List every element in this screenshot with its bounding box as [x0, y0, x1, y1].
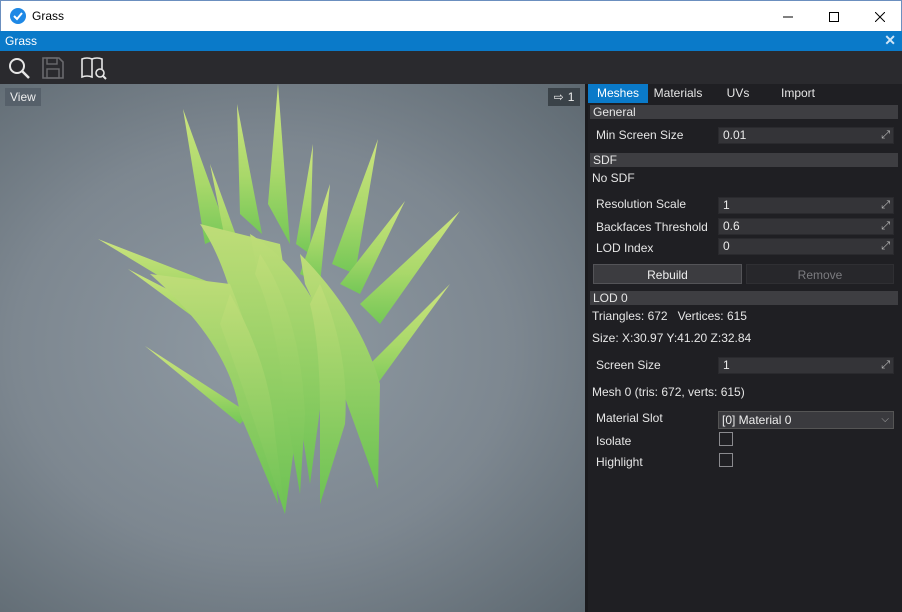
- rebuild-sdf-button[interactable]: Rebuild: [593, 264, 742, 284]
- lod-index-field[interactable]: 0 ⤢: [718, 238, 894, 255]
- lod-index-label: LOD Index: [596, 241, 654, 255]
- camera-speed-button[interactable]: ⇨ 1: [548, 88, 580, 106]
- show-in-content-button[interactable]: [80, 55, 107, 81]
- search-icon: [9, 58, 30, 79]
- expand-icon[interactable]: ⤢: [881, 219, 890, 234]
- isolate-label: Isolate: [596, 434, 632, 448]
- backfaces-threshold-field[interactable]: 0.6 ⤢: [718, 218, 894, 235]
- find-asset-button[interactable]: [6, 55, 32, 81]
- backfaces-threshold-label: Backfaces Threshold: [596, 220, 708, 234]
- tab-materials[interactable]: Materials: [648, 84, 708, 103]
- resolution-scale-value: 1: [723, 198, 730, 212]
- close-window-button[interactable]: [857, 1, 902, 32]
- save-button[interactable]: [40, 55, 66, 81]
- screen-size-label: Screen Size: [596, 358, 661, 372]
- lod0-stats: Triangles: 672 Vertices: 615: [592, 309, 747, 323]
- minimize-icon: [783, 16, 793, 17]
- min-screen-size-field[interactable]: 0.01 ⤢: [718, 127, 894, 144]
- highlight-checkbox[interactable]: [719, 453, 733, 467]
- expand-icon[interactable]: ⤢: [881, 358, 890, 373]
- sdf-status: No SDF: [592, 171, 635, 185]
- close-tab-icon[interactable]: ✕: [884, 32, 896, 49]
- camera-speed-value: 1: [567, 90, 575, 104]
- tab-import[interactable]: Import: [768, 84, 828, 103]
- backfaces-threshold-value: 0.6: [723, 219, 740, 233]
- screen-size-field[interactable]: 1 ⤢: [718, 357, 894, 374]
- section-general-header[interactable]: General: [590, 105, 898, 119]
- tab-meshes[interactable]: Meshes: [588, 84, 648, 103]
- document-tab[interactable]: Grass ✕: [0, 31, 902, 51]
- arrow-right-icon: ⇨: [553, 90, 564, 104]
- book-search-icon: [81, 57, 107, 80]
- section-lod0-header[interactable]: LOD 0: [590, 291, 898, 305]
- document-tab-label: Grass: [5, 34, 38, 48]
- min-screen-size-label: Min Screen Size: [596, 128, 684, 142]
- material-slot-value: [0] Material 0: [722, 413, 792, 427]
- lod-index-value: 0: [723, 239, 730, 253]
- resolution-scale-label: Resolution Scale: [596, 197, 687, 211]
- screen-size-value: 1: [723, 358, 730, 372]
- lod0-size: Size: X:30.97 Y:41.20 Z:32.84: [592, 331, 752, 345]
- resolution-scale-field[interactable]: 1 ⤢: [718, 197, 894, 214]
- expand-icon[interactable]: ⤢: [881, 128, 890, 143]
- maximize-button[interactable]: [811, 1, 857, 32]
- save-icon: [42, 57, 64, 79]
- minimize-button[interactable]: [765, 1, 811, 32]
- min-screen-size-value: 0.01: [723, 128, 747, 142]
- maximize-icon: [829, 11, 839, 22]
- properties-panel: Meshes Materials UVs Import General Min …: [588, 84, 902, 612]
- grass-mesh-preview: [98, 84, 460, 514]
- remove-sdf-button[interactable]: Remove: [746, 264, 894, 284]
- material-slot-dropdown[interactable]: [0] Material 0 ⌵: [718, 411, 894, 429]
- app-logo-icon: [10, 8, 26, 24]
- mesh-viewport[interactable]: View ⇨ 1: [0, 84, 585, 612]
- material-slot-label: Material Slot: [596, 411, 663, 425]
- section-sdf-header[interactable]: SDF: [590, 153, 898, 167]
- window-titlebar: Grass: [0, 0, 902, 31]
- mesh-info: Mesh 0 (tris: 672, verts: 615): [592, 385, 745, 399]
- view-menu-button[interactable]: View: [5, 88, 41, 106]
- isolate-checkbox[interactable]: [719, 432, 733, 446]
- tab-uvs[interactable]: UVs: [708, 84, 768, 103]
- expand-icon[interactable]: ⤢: [881, 198, 890, 213]
- toolbar: [0, 51, 902, 84]
- expand-icon[interactable]: ⤢: [881, 239, 890, 254]
- close-icon: [875, 11, 885, 22]
- window-title: Grass: [32, 9, 65, 23]
- tab-strip: Meshes Materials UVs Import: [588, 84, 902, 103]
- highlight-label: Highlight: [596, 455, 643, 469]
- chevron-down-icon: ⌵: [881, 414, 889, 425]
